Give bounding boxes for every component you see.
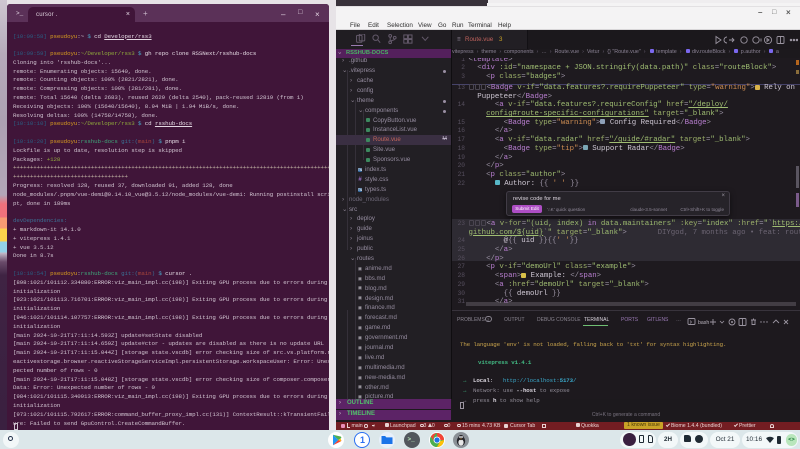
svg-text:bash: bash (698, 320, 709, 326)
